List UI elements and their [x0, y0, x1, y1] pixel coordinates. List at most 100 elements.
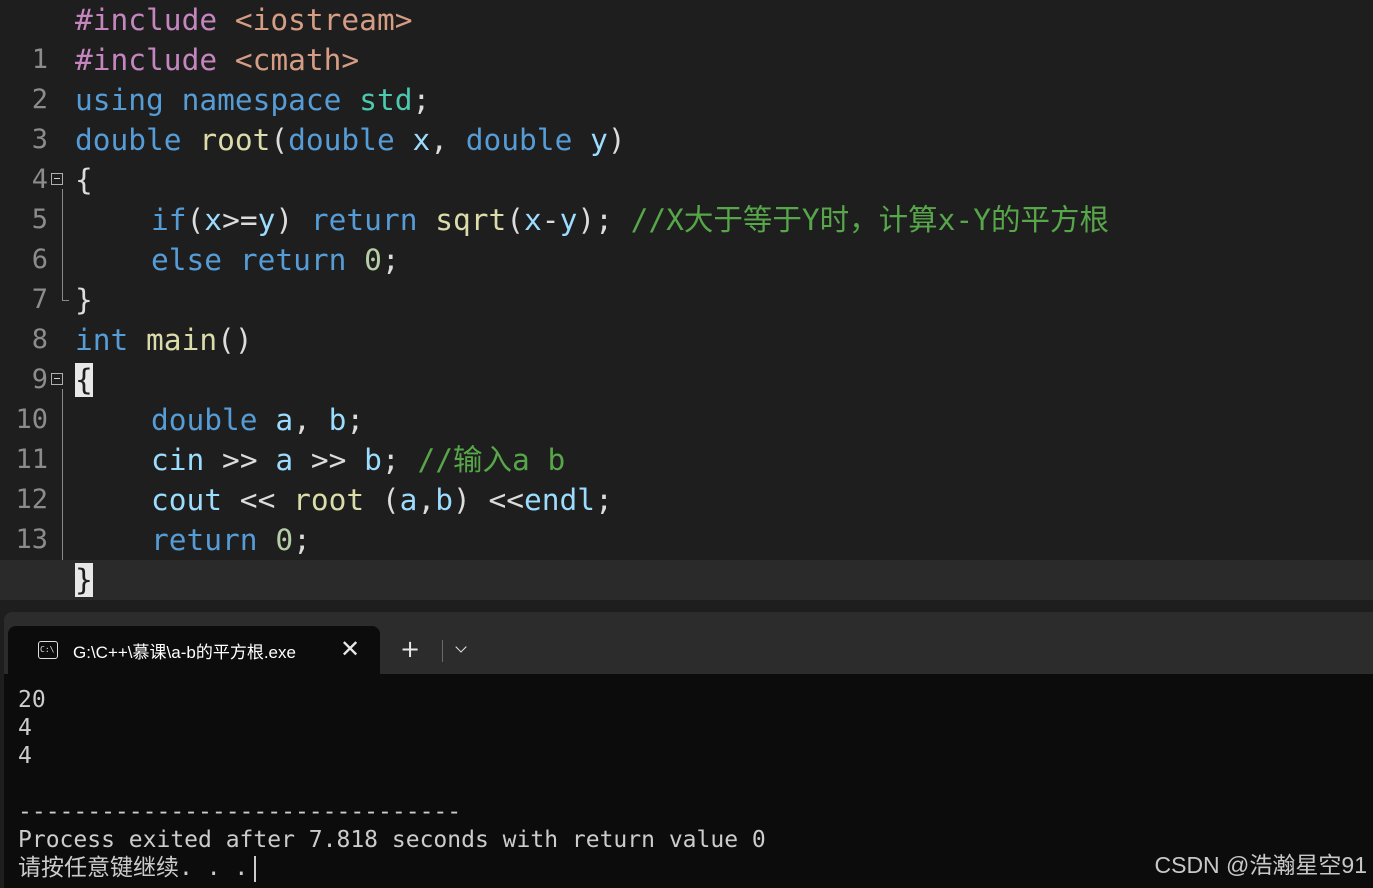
punctuation: ); — [577, 203, 631, 237]
code-line[interactable]: 4 double root(double x, double y) — [0, 120, 1373, 195]
variable: a — [399, 483, 418, 517]
prompt-text: 请按任意键继续. . . — [18, 855, 249, 881]
line-number: 15 — [0, 600, 48, 604]
code-line-current[interactable]: 15 } — [0, 560, 1373, 600]
watermark: CSDN @浩瀚星空91 — [1154, 852, 1368, 878]
code-line[interactable]: 9 int main() — [0, 320, 1373, 395]
punctuation: () — [217, 323, 253, 357]
namespace-name: std — [359, 83, 413, 117]
text-cursor — [254, 855, 256, 882]
preprocessor: #include — [75, 43, 235, 77]
comment: //X大于等于Y时，计算x-Y的平方根 — [630, 203, 1109, 237]
brace: } — [75, 283, 93, 317]
parameter: x — [412, 123, 431, 157]
operator: >> — [293, 443, 365, 477]
variable: b — [328, 403, 347, 437]
variable: a — [275, 443, 294, 477]
variable: endl — [524, 483, 596, 517]
punctuation: ; — [381, 243, 400, 277]
keyword: return — [239, 243, 365, 277]
brace-match: } — [75, 563, 93, 597]
punctuation: ) — [275, 203, 311, 237]
operator: - — [541, 203, 560, 237]
variable: y — [257, 203, 276, 237]
keyword: if — [151, 203, 187, 237]
keyword: double — [288, 123, 413, 157]
preprocessor: #include — [75, 3, 235, 37]
punctuation: , — [293, 403, 329, 437]
code-line[interactable]: 2 #include <cmath> — [0, 40, 1373, 115]
separator-line: -------------------------------- — [18, 799, 462, 825]
new-tab-button[interactable]: + — [400, 634, 420, 664]
punctuation: ( — [186, 203, 205, 237]
tab-bar: C:\ G:\C++\慕课\a-b的平方根.exe ✕ + — [4, 612, 1373, 674]
punctuation: , — [430, 123, 466, 157]
fold-toggle-icon[interactable] — [51, 173, 63, 185]
output-line: 4 — [18, 743, 32, 769]
prompt-line: 请按任意键继续. . . — [18, 854, 256, 882]
keyword: double — [151, 403, 276, 437]
variable: x — [204, 203, 223, 237]
keyword: return — [151, 523, 276, 557]
console-icon: C:\ — [38, 641, 58, 659]
variable: x — [524, 203, 542, 237]
punctuation: ; — [346, 403, 365, 437]
variable: a — [275, 403, 294, 437]
keyword: namespace — [181, 83, 360, 117]
code-line[interactable]: 10 { — [0, 360, 1373, 435]
code-line[interactable]: 8 } — [0, 280, 1373, 355]
variable: cin — [151, 443, 205, 477]
punctuation: ( — [270, 123, 289, 157]
operator: ) << — [452, 483, 525, 517]
code-editor[interactable]: 1 #include <iostream> 2 #include <cmath>… — [0, 0, 1373, 604]
punctuation: ; — [595, 483, 613, 517]
punctuation: ; — [412, 83, 431, 117]
keyword: int — [75, 323, 147, 357]
variable: y — [559, 203, 578, 237]
fold-toggle-icon[interactable] — [51, 373, 63, 385]
parameter: y — [590, 123, 608, 157]
code-line[interactable]: 5 { — [0, 160, 1373, 235]
code-line[interactable]: 6 if(x>=y) return sqrt(x-y); //X大于等于Y时，计… — [0, 200, 1373, 275]
terminal-tab[interactable]: C:\ G:\C++\慕课\a-b的平方根.exe ✕ — [8, 626, 380, 674]
punctuation: ; — [381, 443, 418, 477]
chevron-down-icon[interactable] — [450, 634, 474, 664]
tab-title: G:\C++\慕课\a-b的平方根.exe — [73, 643, 296, 662]
number: 0 — [364, 243, 382, 277]
code-line[interactable]: 3 using namespace std; — [0, 80, 1373, 155]
console-window[interactable]: C:\ G:\C++\慕课\a-b的平方根.exe ✕ + 20 4 4 ---… — [4, 612, 1373, 888]
operator: << — [222, 483, 294, 517]
punctuation: ) — [607, 123, 626, 157]
variable: b — [435, 483, 453, 517]
divider — [442, 640, 443, 662]
output-line: 4 — [18, 715, 32, 741]
operator: >> — [204, 443, 276, 477]
operator: >= — [222, 203, 258, 237]
exit-status-line: Process exited after 7.818 seconds with … — [18, 827, 766, 853]
keyword: double — [75, 123, 200, 157]
code-line[interactable]: 1 #include <iostream> — [0, 0, 1373, 75]
brace: { — [75, 163, 93, 197]
punctuation: ( — [364, 483, 400, 517]
close-icon[interactable]: ✕ — [340, 634, 360, 664]
function-name: root — [199, 123, 271, 157]
keyword: using — [75, 83, 182, 117]
code-line[interactable]: 14 return 0; — [0, 520, 1373, 595]
keyword: return — [310, 203, 436, 237]
punctuation: , — [417, 483, 436, 517]
function-name: main — [146, 323, 218, 357]
code-line[interactable]: 11 double a, b; — [0, 400, 1373, 475]
function-name: sqrt — [435, 203, 507, 237]
comment: //输入a b — [417, 443, 566, 477]
punctuation: ; — [293, 523, 311, 557]
code-line[interactable]: 12 cin >> a >> b; //输入a b — [0, 440, 1373, 515]
code-line[interactable]: 7 else return 0; — [0, 240, 1373, 315]
punctuation: ( — [506, 203, 525, 237]
function-name: root — [293, 483, 365, 517]
keyword: else — [151, 243, 240, 277]
code-line[interactable]: 13 cout << root (a,b) <<endl; — [0, 480, 1373, 555]
include-path: <cmath> — [234, 43, 360, 77]
number: 0 — [275, 523, 294, 557]
variable: b — [364, 443, 382, 477]
variable: cout — [151, 483, 223, 517]
